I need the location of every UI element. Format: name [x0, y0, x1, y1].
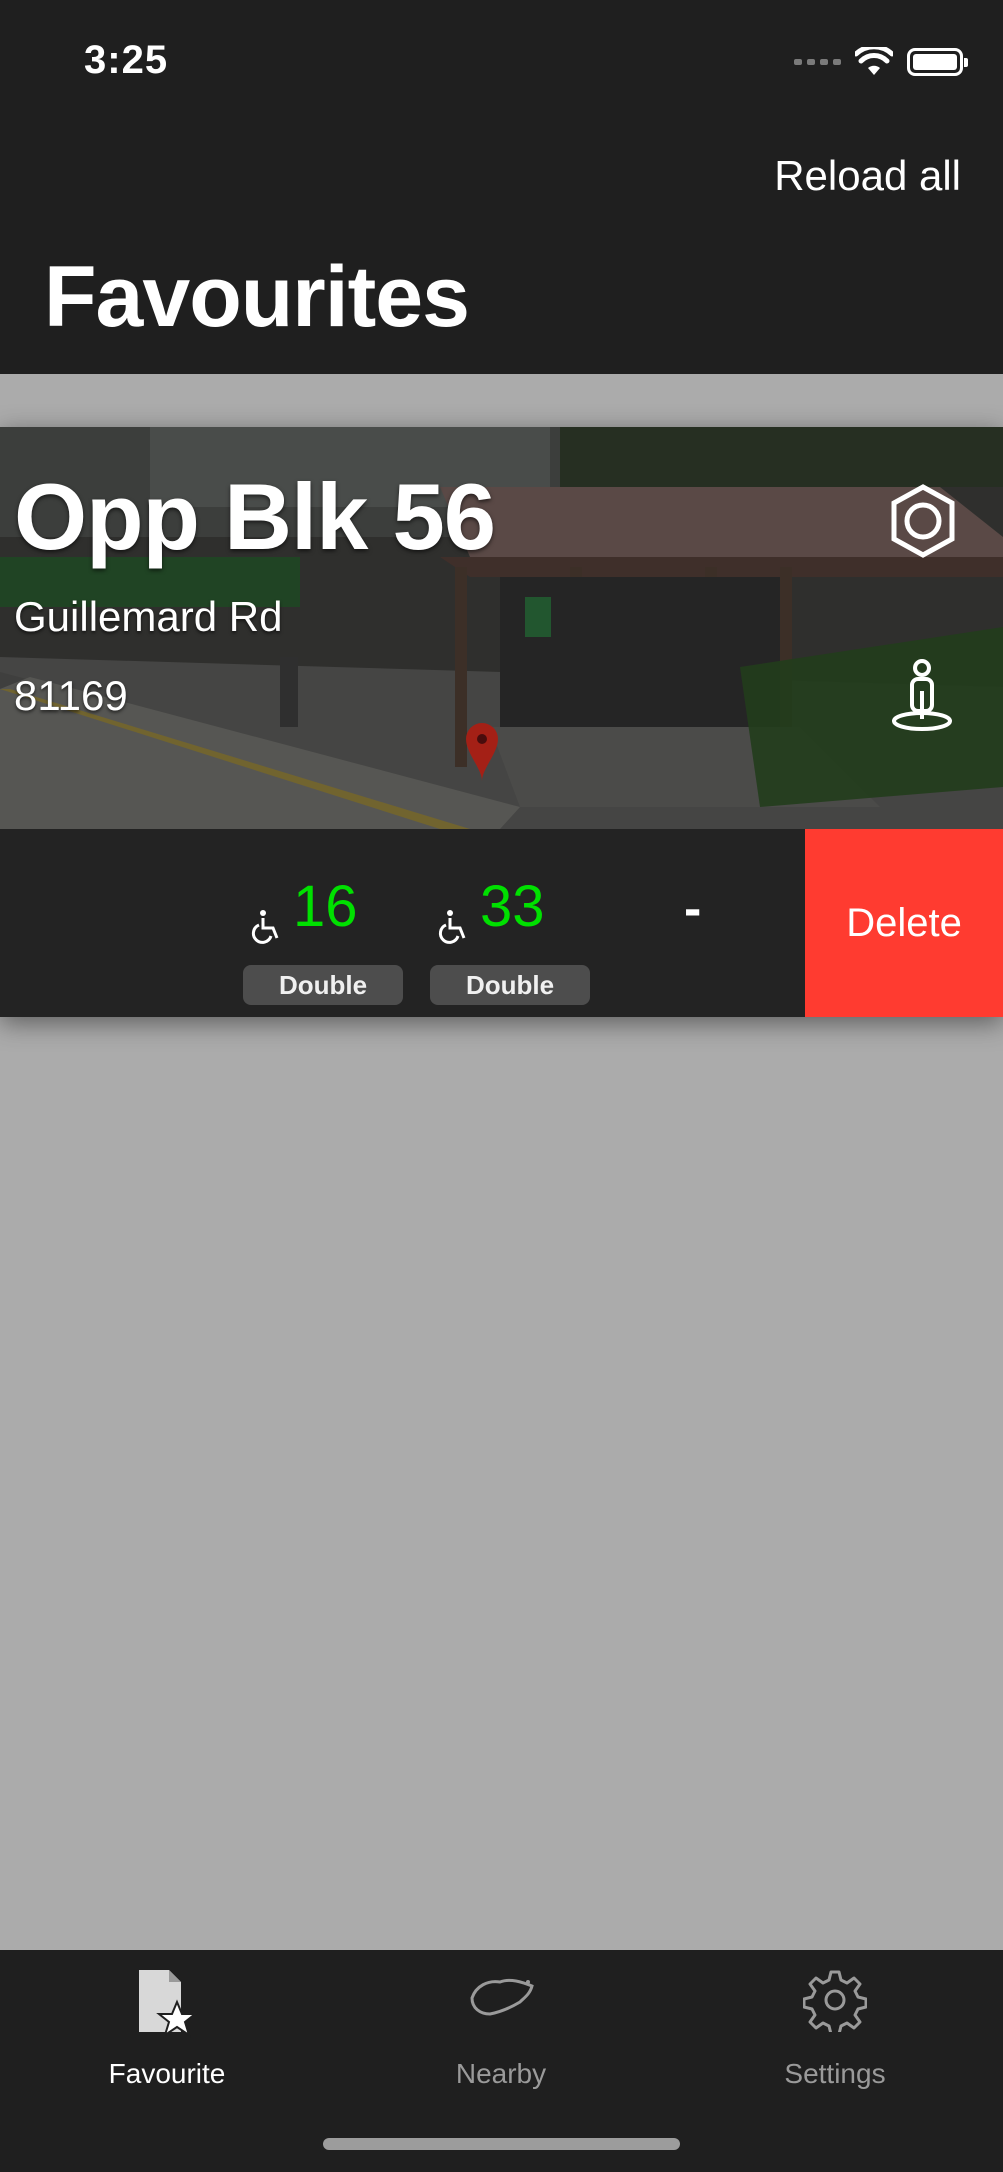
street-view-photo: Opp Blk 56 Guillemard Rd 81169: [0, 427, 1003, 829]
tab-label: Settings: [784, 2058, 886, 2089]
gear-icon: [803, 1970, 867, 2032]
status-icons: [794, 44, 968, 80]
status-time: 3:25: [84, 38, 169, 82]
tab-bar: Favourite Nearby Settings: [0, 1950, 1003, 2172]
singapore-map-icon: [470, 1978, 534, 2016]
home-indicator[interactable]: [323, 2138, 680, 2150]
header: 3:25 Reload all Favourites: [0, 0, 1003, 374]
deck-type-badge: Double: [243, 965, 403, 1005]
delete-button[interactable]: Delete: [805, 829, 1003, 1017]
tab-label: Favourite: [108, 2058, 226, 2089]
bus-service-16[interactable]: 16 Double: [243, 829, 413, 1017]
bus-number: 33: [480, 874, 545, 939]
stop-code: 81169: [14, 672, 128, 719]
bus-arrivals-row: 16 Double 33 Double - Delete: [0, 829, 1003, 1017]
road-name: Guillemard Rd: [14, 593, 283, 640]
favourite-stop-card[interactable]: Opp Blk 56 Guillemard Rd 81169 16 Double: [0, 427, 1003, 1017]
deck-type-badge: Double: [430, 965, 590, 1005]
tab-favourite[interactable]: Favourite: [47, 1950, 287, 2110]
bus-service-33[interactable]: 33 Double: [430, 829, 600, 1017]
battery-icon: [907, 48, 968, 76]
reload-all-button[interactable]: Reload all: [774, 152, 961, 200]
hexagon-icon[interactable]: [888, 483, 958, 559]
page-title: Favourites: [44, 249, 470, 345]
tab-settings[interactable]: Settings: [715, 1950, 955, 2110]
street-view-person-icon[interactable]: [890, 659, 954, 733]
wheelchair-icon: [251, 910, 279, 944]
favourite-doc-star-icon: [139, 1970, 198, 2038]
wifi-icon: [855, 47, 893, 75]
bus-number: 16: [293, 874, 358, 939]
cellular-signal-icon: [794, 59, 841, 65]
empty-slot-placeholder: -: [684, 880, 702, 938]
tab-nearby[interactable]: Nearby: [381, 1950, 621, 2110]
stop-name: Opp Blk 56: [14, 464, 496, 569]
wheelchair-icon: [438, 910, 466, 944]
tab-label: Nearby: [455, 2058, 547, 2089]
